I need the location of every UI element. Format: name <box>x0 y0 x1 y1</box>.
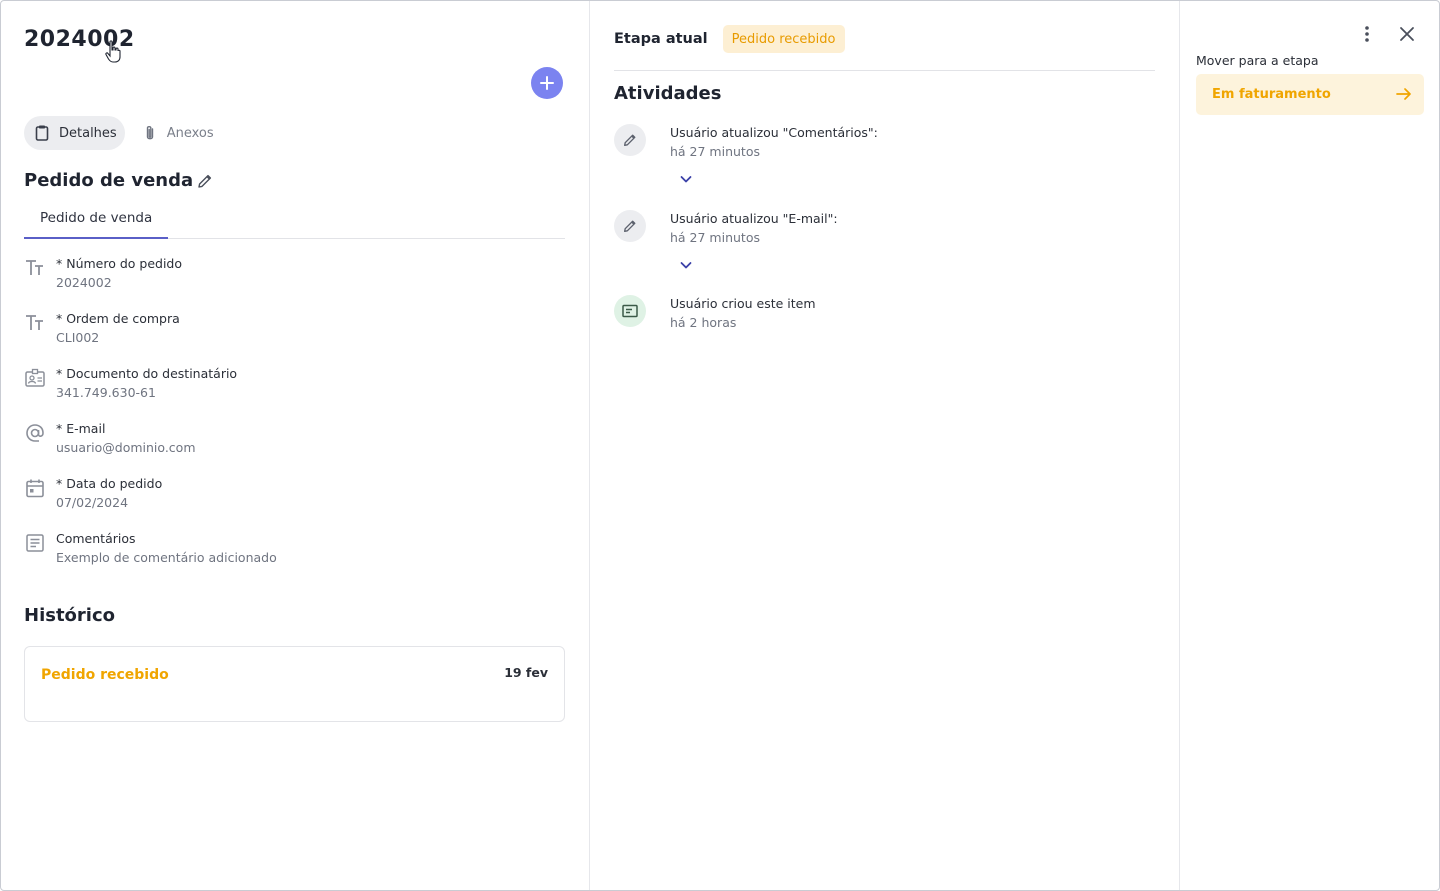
history-date: 19 fev <box>504 665 548 680</box>
activity-avatar <box>614 124 646 156</box>
id-card-icon <box>25 368 45 387</box>
form-subtabs: Pedido de venda <box>24 206 565 239</box>
current-stage-label: Etapa atual <box>614 31 708 47</box>
activity-time: há 27 minutos <box>670 144 760 159</box>
field-value: usuario@dominio.com <box>56 440 196 455</box>
pencil-icon <box>624 134 636 146</box>
subtab-sales-order[interactable]: Pedido de venda <box>24 206 168 239</box>
card-icon <box>622 304 638 318</box>
field-label: * E-mail <box>56 421 106 436</box>
tab-details-label: Detalhes <box>59 125 117 141</box>
field-label: * Ordem de compra <box>56 311 180 326</box>
history-entry: Pedido recebido 19 fev <box>24 646 565 722</box>
current-stage-badge: Pedido recebido <box>722 25 845 53</box>
current-stage-row: Etapa atual Pedido recebido <box>614 25 1155 71</box>
activities-title: Atividades <box>614 83 722 104</box>
stage-actions-panel: Mover para a etapa Em faturamento <box>1180 1 1439 890</box>
activity-text: Usuário atualizou "Comentários": <box>670 125 878 140</box>
calendar-icon <box>26 479 44 498</box>
move-to-stage-target: Em faturamento <box>1212 87 1331 102</box>
plus-icon <box>540 76 554 90</box>
more-vertical-icon[interactable] <box>1357 24 1377 44</box>
close-icon[interactable] <box>1397 24 1417 44</box>
move-to-stage-label: Mover para a etapa <box>1196 53 1319 68</box>
chevron-down-icon[interactable] <box>678 257 694 273</box>
form-title: Pedido de venda <box>24 170 194 191</box>
field-label: * Data do pedido <box>56 476 163 491</box>
field-order-number[interactable]: * Número do pedido 2024002 <box>24 255 565 310</box>
activity-time: há 27 minutos <box>670 230 760 245</box>
field-order-date[interactable]: * Data do pedido 07/02/2024 <box>24 475 565 530</box>
pencil-icon[interactable] <box>196 172 214 190</box>
history-stage: Pedido recebido <box>41 667 169 683</box>
details-panel: 2024002 Detalhes Anexos Pedido de venda … <box>1 1 590 890</box>
add-button[interactable] <box>531 67 563 99</box>
chevron-down-icon[interactable] <box>678 171 694 187</box>
hand-cursor-icon <box>105 40 121 63</box>
notes-icon <box>26 534 44 552</box>
activity-text: Usuário criou este item <box>670 296 816 311</box>
field-value: 07/02/2024 <box>56 495 129 510</box>
tab-attachments-label: Anexos <box>166 125 214 141</box>
history-title: Histórico <box>24 605 116 626</box>
arrow-right-icon <box>1396 88 1411 100</box>
field-purchase-order[interactable]: * Ordem de compra CLI002 <box>24 310 565 365</box>
clipboard-icon <box>35 125 49 141</box>
field-email[interactable]: * E-mail usuario@dominio.com <box>24 420 565 475</box>
activity-text: Usuário atualizou "E-mail": <box>670 211 838 226</box>
pencil-icon <box>624 220 636 232</box>
field-value: CLI002 <box>56 330 100 345</box>
field-value: Exemplo de comentário adicionado <box>56 550 277 565</box>
field-recipient-document[interactable]: * Documento do destinatário 341.749.630-… <box>24 365 565 420</box>
activity-time: há 2 horas <box>670 315 737 330</box>
tab-attachments[interactable]: Anexos <box>135 116 222 150</box>
activity-avatar <box>614 295 646 327</box>
field-value: 2024002 <box>56 275 112 290</box>
field-label: * Número do pedido <box>56 256 183 271</box>
field-value: 341.749.630-61 <box>56 385 156 400</box>
field-list: * Número do pedido 2024002 * Ordem de co… <box>24 255 565 585</box>
field-comments[interactable]: Comentários Exemplo de comentário adicio… <box>24 530 565 585</box>
detail-tabs: Detalhes Anexos <box>24 116 232 150</box>
activity-panel: Etapa atual Pedido recebido Atividades U… <box>590 1 1180 890</box>
field-label: * Documento do destinatário <box>56 366 238 381</box>
text-type-icon <box>26 315 43 330</box>
text-type-icon <box>26 260 43 275</box>
move-to-stage-button[interactable]: Em faturamento <box>1196 74 1424 115</box>
activity-avatar <box>614 210 646 242</box>
field-label: Comentários <box>56 531 136 546</box>
record-modal: 2024002 Detalhes Anexos Pedido de venda … <box>0 0 1440 891</box>
tab-details[interactable]: Detalhes <box>24 116 125 150</box>
paperclip-icon <box>146 125 153 140</box>
at-sign-icon <box>26 424 44 442</box>
